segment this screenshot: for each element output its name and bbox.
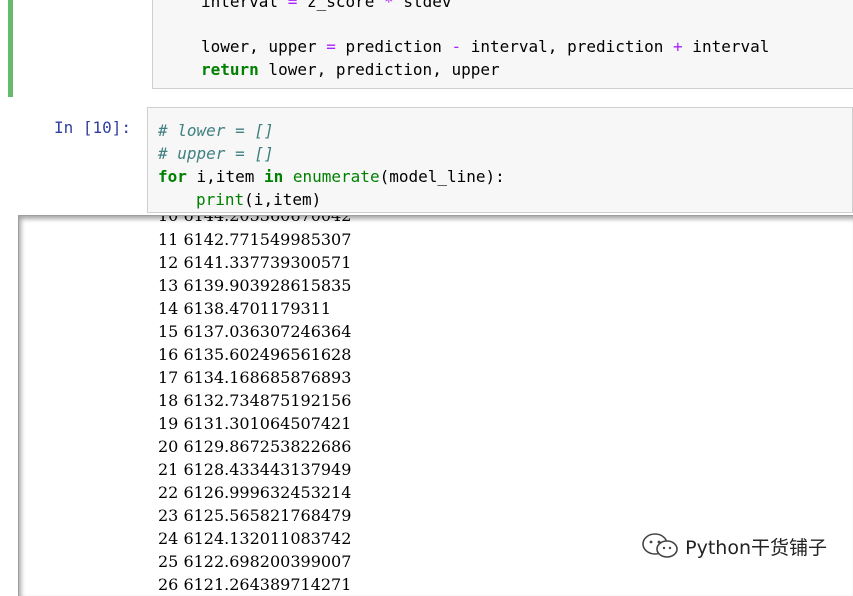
output-line: 25 6122.698200399007 <box>158 552 352 571</box>
code-text: (i,item) <box>244 190 322 209</box>
code-text: i,item <box>186 167 264 186</box>
code-line-comment: # upper = [] <box>158 144 274 163</box>
output-line: 17 6134.168685876893 <box>158 368 352 387</box>
keyword-for: for <box>158 167 187 186</box>
output-line: 15 6137.036307246364 <box>158 322 352 341</box>
code-text: (model_line): <box>379 167 505 186</box>
output-line: 16 6135.602496561628 <box>158 345 352 364</box>
keyword-in: in <box>263 167 284 186</box>
code-editor[interactable]: interval = z_score * stdev lower, upper … <box>152 0 853 89</box>
code-line: lower, upper = prediction - interval, pr… <box>201 37 770 56</box>
output-line: 21 6128.433443137949 <box>158 460 352 479</box>
wechat-icon <box>642 533 678 558</box>
watermark: Python干货铺子 <box>641 532 827 560</box>
code-line: return lower, prediction, upper <box>201 60 500 79</box>
output-line: 12 6141.337739300571 <box>158 253 352 272</box>
code-editor[interactable]: # lower = [] # upper = [] for i,item in … <box>147 107 853 213</box>
output-line: 20 6129.867253822686 <box>158 437 352 456</box>
output-line: 11 6142.771549985307 <box>158 230 352 249</box>
output-line: 23 6125.565821768479 <box>158 506 352 525</box>
code-line: for i,item in enumerate(model_line): <box>158 166 505 188</box>
output-line: 10 6144.205360670042 <box>158 215 352 225</box>
output-line: 24 6124.132011083742 <box>158 529 352 548</box>
watermark-text: Python干货铺子 <box>685 536 827 559</box>
code-line: print(i,item) <box>196 189 321 211</box>
output-line: 19 6131.301064507421 <box>158 414 352 433</box>
output-line: 13 6139.903928615835 <box>158 276 352 295</box>
output-line: 18 6132.734875192156 <box>158 391 352 410</box>
input-prompt: In [10]: <box>54 118 132 137</box>
code-cell-previous[interactable]: interval = z_score * stdev lower, upper … <box>8 0 853 97</box>
output-line: 14 6138.4701179311 <box>158 299 332 318</box>
output-line: 26 6121.264389714271 <box>158 575 352 594</box>
code-cell-10[interactable]: In [10]: # lower = [] # upper = [] for i… <box>8 103 853 215</box>
builtin-print: print <box>196 190 245 209</box>
builtin-enumerate: enumerate <box>292 167 380 186</box>
code-line: interval = z_score * stdev <box>201 0 452 11</box>
code-line-comment: # lower = [] <box>158 121 274 140</box>
output-line: 22 6126.999632453214 <box>158 483 352 502</box>
